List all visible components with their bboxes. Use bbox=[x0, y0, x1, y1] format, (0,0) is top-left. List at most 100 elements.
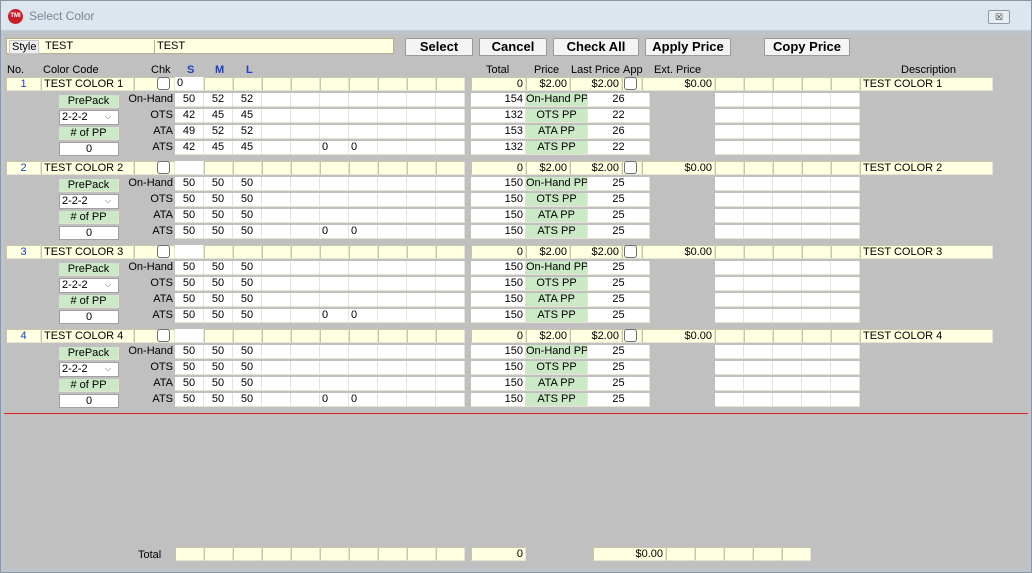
last-price-field: $2.00 bbox=[570, 329, 622, 343]
qty-extra-cell bbox=[349, 277, 378, 291]
close-button[interactable]: ☒ bbox=[988, 10, 1010, 24]
check-all-button[interactable]: Check All bbox=[553, 38, 639, 56]
num-pp-input[interactable]: 0 bbox=[59, 226, 119, 240]
qty-entry-extra[interactable] bbox=[378, 245, 407, 259]
ats-extra-value: 0 bbox=[320, 141, 349, 155]
qty-entry-m[interactable] bbox=[204, 245, 233, 259]
apply-checkbox[interactable] bbox=[624, 77, 637, 90]
qty-entry-s[interactable] bbox=[175, 329, 204, 343]
ats-extra-value: 0 bbox=[320, 309, 349, 323]
qty-extra-cell bbox=[320, 177, 349, 191]
num-pp-label: # of PP bbox=[59, 211, 119, 224]
qty-entry-extra[interactable] bbox=[436, 245, 465, 259]
chevron-down-icon[interactable]: ⌵ bbox=[105, 364, 111, 374]
price-field[interactable]: $2.00 bbox=[526, 161, 570, 175]
price-field[interactable]: $2.00 bbox=[526, 329, 570, 343]
extra-column-cell bbox=[831, 277, 860, 291]
style-description-field[interactable]: TEST bbox=[154, 40, 392, 53]
qty-entry-extra[interactable] bbox=[320, 329, 349, 343]
price-field[interactable]: $2.00 bbox=[526, 77, 570, 91]
qty-on-hand-s: 50 bbox=[175, 177, 204, 191]
row-total-ats: 132 bbox=[471, 141, 526, 155]
row-label-ots: OTS bbox=[150, 277, 173, 289]
price-field[interactable]: $2.00 bbox=[526, 245, 570, 259]
qty-entry-extra[interactable] bbox=[378, 77, 407, 91]
qty-entry-extra[interactable] bbox=[378, 161, 407, 175]
color-select-checkbox[interactable] bbox=[157, 161, 170, 174]
qty-extra-cell bbox=[262, 125, 291, 139]
copy-price-button[interactable]: Copy Price bbox=[764, 38, 850, 56]
qty-extra-cell bbox=[262, 193, 291, 207]
qty-entry-extra[interactable] bbox=[291, 77, 320, 91]
extra-column-cell bbox=[773, 277, 802, 291]
apply-checkbox[interactable] bbox=[624, 161, 637, 174]
qty-entry-extra[interactable] bbox=[349, 161, 378, 175]
qty-entry-extra[interactable] bbox=[262, 329, 291, 343]
qty-entry-extra[interactable] bbox=[262, 161, 291, 175]
qty-entry-extra[interactable] bbox=[262, 77, 291, 91]
title-bar: TMI Select Color ☒ bbox=[1, 1, 1031, 31]
qty-entry-m[interactable] bbox=[204, 161, 233, 175]
apply-checkbox[interactable] bbox=[624, 245, 637, 258]
extra-column-cell bbox=[744, 109, 773, 123]
qty-ata-s: 50 bbox=[175, 209, 204, 223]
qty-entry-l[interactable] bbox=[233, 329, 262, 343]
qty-entry-s[interactable]: 0 bbox=[175, 77, 204, 91]
qty-entry-extra[interactable] bbox=[378, 329, 407, 343]
qty-entry-extra[interactable] bbox=[291, 329, 320, 343]
qty-entry-extra[interactable] bbox=[436, 161, 465, 175]
qty-entry-extra[interactable] bbox=[320, 245, 349, 259]
chevron-down-icon[interactable]: ⌵ bbox=[105, 280, 111, 290]
qty-entry-extra[interactable] bbox=[291, 245, 320, 259]
qty-entry-extra[interactable] bbox=[407, 77, 436, 91]
qty-entry-extra[interactable] bbox=[407, 329, 436, 343]
pp-label-ats: ATS PP bbox=[526, 393, 588, 407]
qty-entry-extra[interactable] bbox=[320, 77, 349, 91]
qty-entry-s[interactable] bbox=[175, 161, 204, 175]
num-pp-input[interactable]: 0 bbox=[59, 394, 119, 408]
extra-column-cell bbox=[773, 177, 802, 191]
qty-entry-extra[interactable] bbox=[436, 329, 465, 343]
qty-entry-extra[interactable] bbox=[320, 161, 349, 175]
num-pp-input[interactable]: 0 bbox=[59, 310, 119, 324]
cancel-button[interactable]: Cancel bbox=[479, 38, 547, 56]
chevron-down-icon[interactable]: ⌵ bbox=[105, 112, 111, 122]
apply-price-button[interactable]: Apply Price bbox=[645, 38, 731, 56]
qty-entry-extra[interactable] bbox=[407, 161, 436, 175]
style-label: Style bbox=[9, 40, 40, 54]
qty-entry-l[interactable] bbox=[233, 161, 262, 175]
qty-entry-l[interactable] bbox=[233, 245, 262, 259]
qty-entry-extra[interactable] bbox=[436, 77, 465, 91]
color-select-checkbox[interactable] bbox=[157, 329, 170, 342]
num-pp-input[interactable]: 0 bbox=[59, 142, 119, 156]
pp-value-ats: 25 bbox=[588, 225, 650, 239]
extra-column-cell bbox=[802, 141, 831, 155]
qty-extra-cell bbox=[320, 293, 349, 307]
grid-end-divider bbox=[4, 413, 1028, 414]
qty-entry-l[interactable] bbox=[233, 77, 262, 91]
qty-entry-extra[interactable] bbox=[349, 329, 378, 343]
select-button[interactable]: Select bbox=[405, 38, 473, 56]
qty-ots-s: 42 bbox=[175, 109, 204, 123]
qty-entry-extra[interactable] bbox=[262, 245, 291, 259]
color-select-checkbox[interactable] bbox=[157, 245, 170, 258]
qty-entry-extra[interactable] bbox=[291, 161, 320, 175]
pp-label-on-hand: On-Hand PP bbox=[526, 345, 588, 359]
chevron-down-icon[interactable]: ⌵ bbox=[105, 196, 111, 206]
row-total-on-hand: 150 bbox=[471, 177, 526, 191]
color-code: TEST COLOR 4 bbox=[41, 329, 134, 343]
style-code-field[interactable]: TEST bbox=[45, 40, 151, 53]
apply-checkbox[interactable] bbox=[624, 329, 637, 342]
row-total-ots: 150 bbox=[471, 361, 526, 375]
qty-entry-extra[interactable] bbox=[349, 77, 378, 91]
header-size-l: L bbox=[246, 64, 253, 76]
qty-entry-extra[interactable] bbox=[349, 245, 378, 259]
qty-entry-m[interactable] bbox=[204, 77, 233, 91]
qty-entry-m[interactable] bbox=[204, 329, 233, 343]
header-color-code: Color Code bbox=[43, 64, 99, 76]
qty-entry-s[interactable] bbox=[175, 245, 204, 259]
qty-on-hand-s: 50 bbox=[175, 93, 204, 107]
qty-entry-extra[interactable] bbox=[407, 245, 436, 259]
color-select-checkbox[interactable] bbox=[157, 77, 170, 90]
qty-ots-s: 50 bbox=[175, 277, 204, 291]
